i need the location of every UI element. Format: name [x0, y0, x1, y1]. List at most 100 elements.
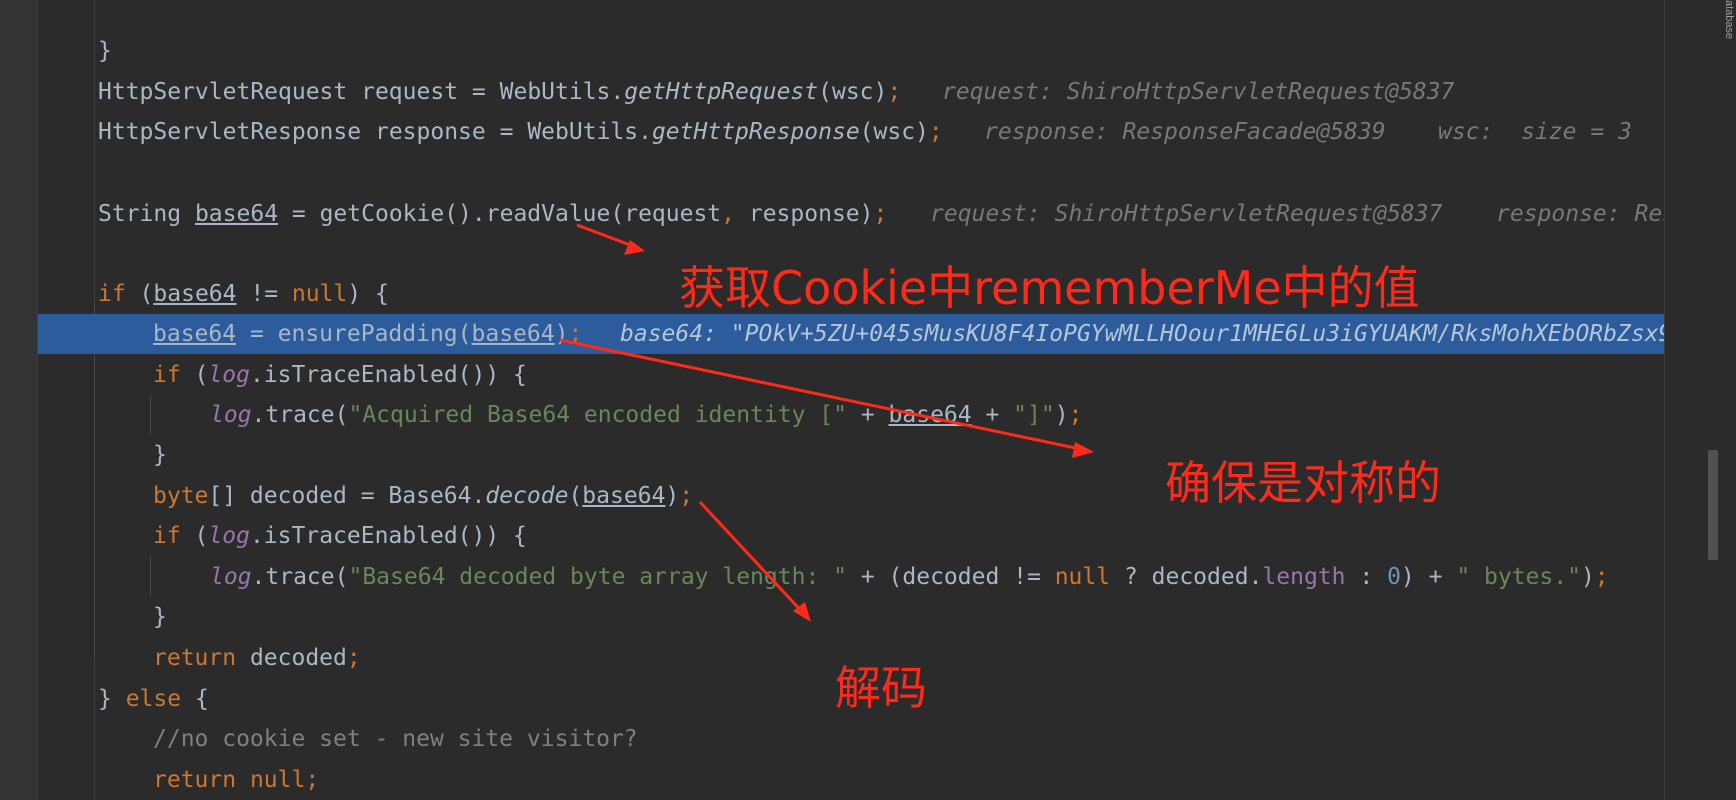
inline-debug-hint: request: ShiroHttpServletRequest@5837	[942, 79, 1455, 105]
editor-scrollbar-strip[interactable]: atabase	[1664, 0, 1736, 800]
paren: (	[180, 523, 209, 549]
code-line[interactable]: }	[38, 597, 1664, 637]
method-call: .trace(	[251, 564, 349, 590]
method-name: getHttpResponse	[651, 119, 860, 145]
operator: + (decoded !=	[846, 564, 1055, 590]
closing-brace: }	[98, 38, 112, 64]
keyword-if: if	[153, 362, 181, 388]
line-number-gutter[interactable]	[0, 0, 38, 800]
paren: )	[1054, 402, 1069, 428]
variable-name: base64	[153, 281, 237, 307]
keyword-else: else	[125, 686, 182, 712]
code-line[interactable]: if (log.isTraceEnabled()) {	[38, 355, 1664, 395]
code-line[interactable]: log.trace("Acquired Base64 encoded ident…	[38, 395, 1664, 435]
expression: = getCookie().readValue(request	[278, 201, 722, 227]
semicolon: ;	[346, 645, 361, 671]
string-literal: "]"	[1013, 402, 1055, 428]
string-literal: " bytes."	[1456, 564, 1581, 590]
field-log: log	[208, 523, 250, 549]
code-line[interactable]: return null;	[38, 760, 1664, 800]
expression: decoded	[236, 645, 347, 671]
expression: response)	[735, 201, 874, 227]
paren: )	[665, 483, 680, 509]
method-name: decode	[485, 483, 569, 509]
keyword-if: if	[153, 523, 181, 549]
class-name: WebUtils.	[527, 119, 652, 145]
type-name: HttpServletResponse	[98, 119, 362, 145]
keyword-byte: byte	[153, 483, 209, 509]
paren: (	[125, 281, 154, 307]
inline-debug-hint: wsc: size = 3	[1438, 119, 1632, 145]
variable-name: base64	[153, 321, 237, 347]
code-line[interactable]: log.trace("Base64 decoded byte array len…	[38, 557, 1664, 597]
current-execution-line[interactable]: base64 = ensurePadding(base64); base64: "…	[38, 314, 1664, 354]
code-line[interactable]: //no cookie set - new site visitor?	[38, 719, 1664, 759]
expression: .isTraceEnabled()) {	[249, 362, 527, 388]
code-line[interactable]: if (log.isTraceEnabled()) {	[38, 516, 1664, 556]
keyword-null: null	[236, 767, 306, 793]
class-name: WebUtils.	[499, 79, 625, 105]
closing-brace: }	[153, 442, 167, 468]
paren: )	[554, 321, 569, 347]
keyword-if: if	[98, 281, 126, 307]
annotation-decode: 解码	[835, 661, 927, 715]
semicolon: ;	[1594, 564, 1609, 590]
code-line[interactable]: }	[38, 0, 1664, 64]
call-args: (wsc)	[818, 79, 888, 105]
code-line[interactable]: String base64 = getCookie().readValue(re…	[38, 194, 1664, 234]
field-log: log	[210, 402, 252, 428]
field-length: length	[1262, 564, 1346, 590]
string-literal: "Base64 decoded byte array length: "	[348, 564, 847, 590]
closing-brace: }	[153, 604, 167, 630]
paren: ) {	[347, 281, 389, 307]
closing-brace: }	[98, 686, 126, 712]
call-args: (wsc)	[859, 119, 929, 145]
string-literal: "Acquired Base64 encoded identity ["	[348, 402, 847, 428]
scrollbar-thumb[interactable]	[1708, 450, 1718, 560]
inline-debug-hint: response: ResponseFacade@5839	[984, 119, 1386, 145]
database-tool-tab[interactable]: atabase	[1721, 0, 1736, 56]
method-call: .trace(	[251, 402, 349, 428]
semicolon: ;	[305, 767, 320, 793]
operator: +	[971, 402, 1014, 428]
inline-debug-hint: request: ShiroHttpServletRequest@5837	[930, 201, 1443, 227]
annotation-ensure-symmetric: 确保是对称的	[1165, 456, 1441, 510]
semicolon: ;	[679, 483, 694, 509]
code-line[interactable]: HttpServletResponse response = WebUtils.…	[38, 112, 1664, 152]
method-name: getHttpRequest	[624, 79, 819, 105]
type-name: String	[98, 201, 182, 227]
keyword-return: return	[153, 767, 237, 793]
operator: +	[846, 402, 889, 428]
number-literal: 0	[1387, 564, 1401, 590]
variable-name: response	[374, 119, 486, 145]
code-line[interactable]: HttpServletRequest request = WebUtils.ge…	[38, 72, 1664, 112]
paren: (	[180, 362, 209, 388]
keyword-return: return	[153, 645, 237, 671]
operator: ) +	[1400, 564, 1457, 590]
code-comment: //no cookie set - new site visitor?	[153, 726, 638, 752]
expression: .isTraceEnabled()) {	[249, 523, 527, 549]
opening-brace: {	[181, 686, 209, 712]
semicolon: ;	[873, 201, 888, 227]
inline-debug-hint: response: Respon	[1496, 201, 1664, 227]
semicolon: ;	[1068, 402, 1083, 428]
expression: [] decoded = Base64.	[208, 483, 486, 509]
variable-name: base64	[582, 483, 666, 509]
annotation-cookie-value: 获取Cookie中rememberMe中的值	[679, 261, 1420, 315]
variable-name: base64	[888, 402, 972, 428]
type-name: HttpServletRequest	[98, 79, 348, 105]
expression: = ensurePadding(	[236, 321, 472, 347]
comma: ,	[721, 201, 736, 227]
operator: :	[1345, 564, 1388, 590]
operator: ? decoded.	[1110, 564, 1263, 590]
operator: =	[499, 119, 514, 145]
field-log: log	[208, 362, 250, 388]
inline-debug-hint: base64: "POkV+5ZU+045sMusKU8F4IoPGYwMLLH…	[620, 321, 1664, 347]
variable-name: base64	[194, 201, 279, 227]
keyword-null: null	[291, 281, 348, 307]
keyword-null: null	[1054, 564, 1111, 590]
paren: (	[568, 483, 583, 509]
semicolon: ;	[568, 321, 583, 347]
semicolon: ;	[887, 79, 902, 105]
paren: )	[1580, 564, 1595, 590]
